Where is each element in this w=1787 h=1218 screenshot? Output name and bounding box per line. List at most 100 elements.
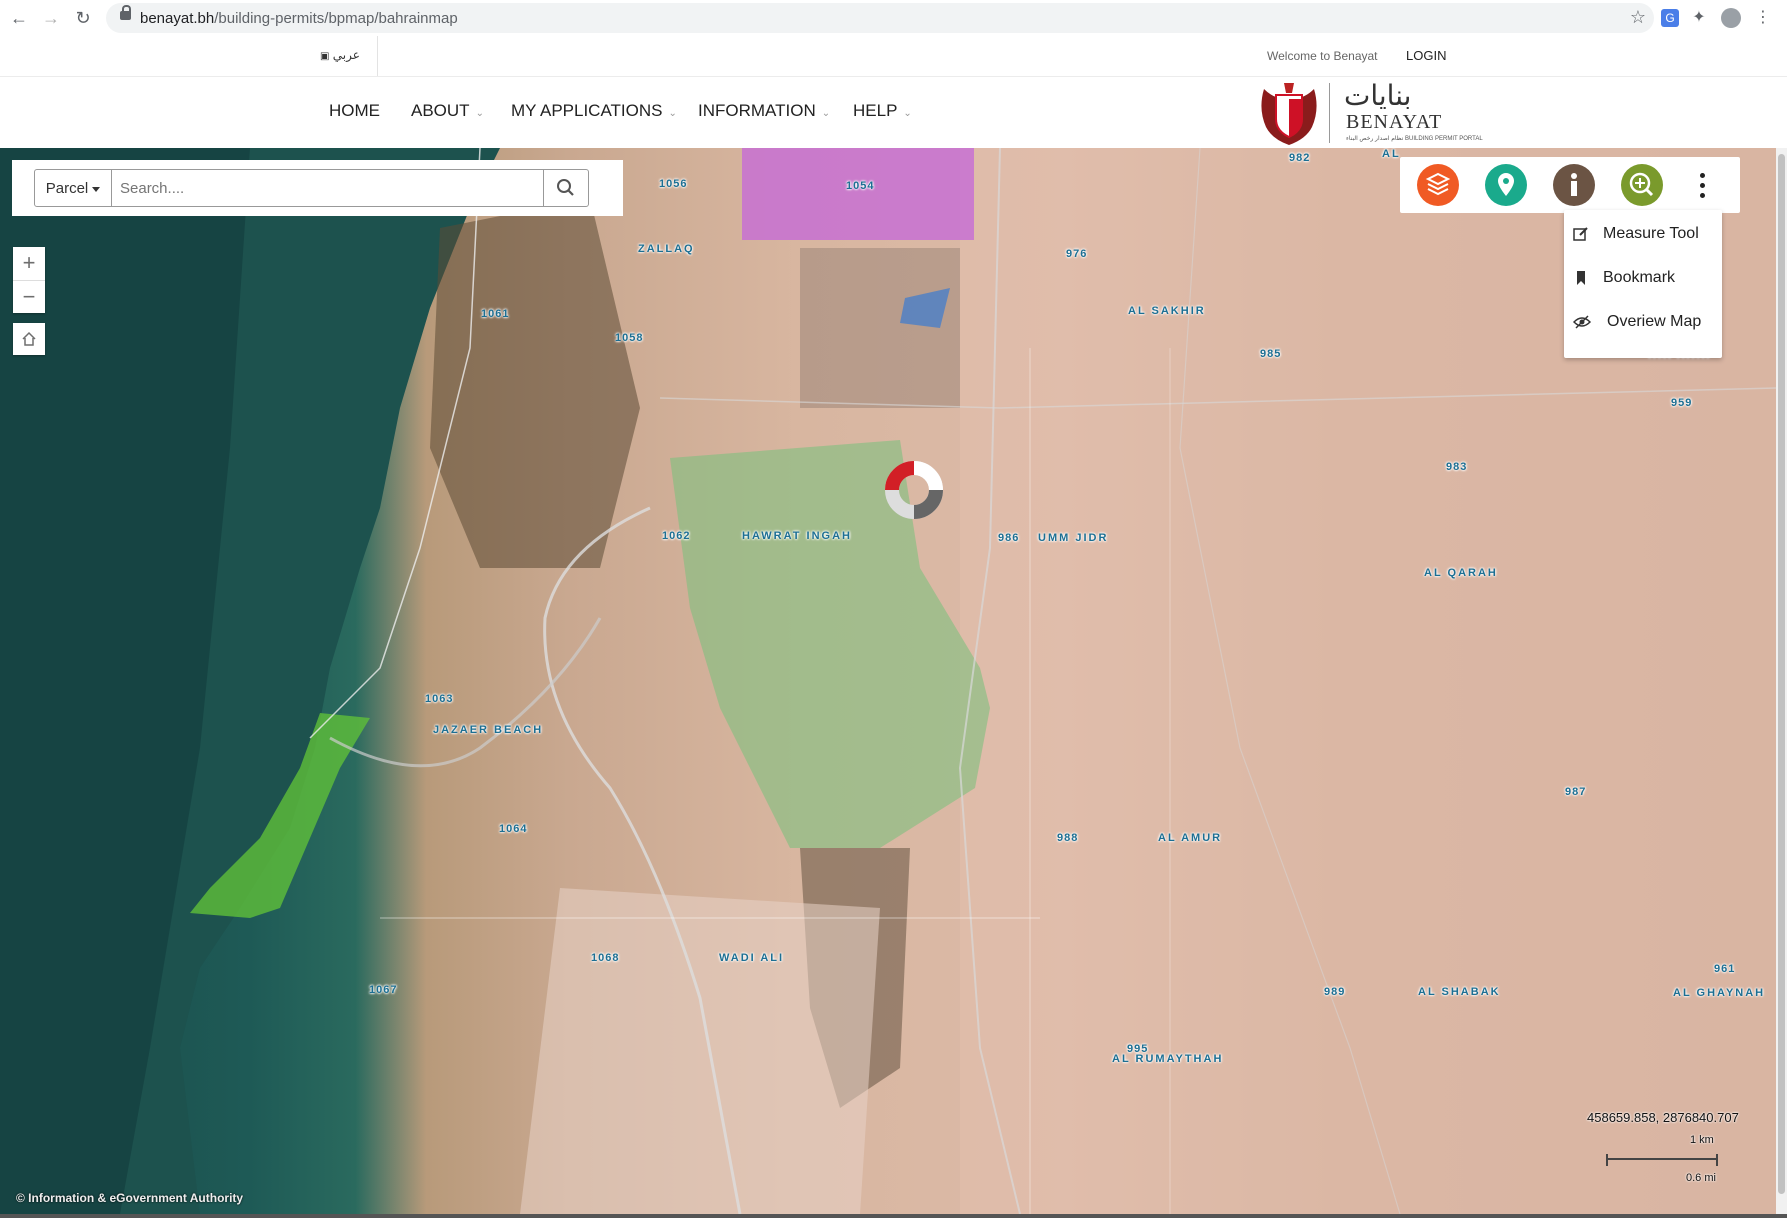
url-text: benayat.bh/building-permits/bpmap/bahrai… [140, 10, 458, 27]
coordinate-readout: 458659.858, 2876840.707 [1587, 1110, 1739, 1125]
nav-my-applications[interactable]: MY APPLICATIONS ⌄ [511, 101, 677, 121]
map-label-block: 983 [1446, 461, 1468, 473]
more-options-button[interactable] [1688, 165, 1716, 205]
map-view[interactable]: ZALLAQ AL SAKHIR HAFIRAH HAWRAT INGAH UM… [0, 148, 1776, 1214]
map-label-block: 1068 [591, 952, 620, 964]
chevron-down-icon: ⌄ [475, 108, 484, 119]
map-attribution: © Information & eGovernment Authority [16, 1191, 244, 1205]
map-label-block: 1062 [662, 530, 691, 542]
map-label-place: ZALLAQ [638, 243, 695, 255]
language-switch[interactable]: ▣ عربي [320, 48, 360, 62]
map-imagery [0, 148, 1776, 1214]
map-label-block: 961 [1714, 963, 1736, 975]
main-navigation: HOME ABOUT ⌄ MY APPLICATIONS ⌄ INFORMATION… [0, 77, 1787, 148]
map-label-block: 986 [998, 532, 1020, 544]
search-icon [557, 179, 574, 196]
map-tools-menu: Measure Tool Bookmark Overiew Map [1564, 210, 1722, 358]
extensions-puzzle-icon[interactable]: ✦ [1688, 7, 1710, 29]
zoom-in-button[interactable]: + [13, 247, 45, 280]
zoom-out-button[interactable]: − [13, 280, 45, 314]
nav-about[interactable]: ABOUT ⌄ [411, 101, 484, 121]
address-bar[interactable]: benayat.bh/building-permits/bpmap/bahrai… [106, 3, 1654, 33]
lock-icon [120, 5, 131, 20]
browser-toolbar: ← → ↻ benayat.bh/building-permits/bpmap/… [0, 0, 1787, 37]
chevron-down-icon: ⌄ [903, 108, 912, 119]
map-label-block: 1063 [425, 693, 454, 705]
menu-item-overview-map[interactable]: Overiew Map [1564, 302, 1722, 342]
welcome-text: Welcome to Benayat [1267, 49, 1378, 63]
back-arrow-icon[interactable]: ← [8, 7, 30, 29]
map-toolbar [1400, 157, 1740, 213]
map-label-block: 1054 [846, 180, 875, 192]
map-label-block: 988 [1057, 832, 1079, 844]
forward-arrow-icon[interactable]: → [40, 7, 62, 29]
map-label-block: 995 [1127, 1043, 1149, 1055]
nav-help[interactable]: HELP ⌄ [853, 101, 912, 121]
map-label-place: UMM JIDR [1038, 532, 1109, 544]
map-label-block: 1067 [369, 984, 398, 996]
bookmark-icon [1577, 271, 1585, 285]
map-label-block: 982 [1289, 152, 1311, 164]
map-label-place: AL SAKHIR [1128, 305, 1206, 317]
info-button[interactable] [1552, 163, 1596, 207]
map-label-place: AL AMUR [1158, 832, 1223, 844]
home-icon [22, 331, 36, 346]
scale-bar-line [1606, 1154, 1718, 1166]
eye-slash-icon [1573, 315, 1591, 329]
home-extent-button[interactable] [13, 323, 45, 355]
menu-item-measure-tool[interactable]: Measure Tool [1564, 214, 1722, 254]
logo-divider [1329, 83, 1330, 143]
loading-spinner-icon [885, 461, 943, 519]
divider [377, 36, 378, 76]
bahrain-emblem-icon [1261, 83, 1317, 145]
zoom-in-magnifier-icon [1621, 164, 1663, 206]
browser-menu-icon[interactable]: ⋮ [1752, 7, 1774, 29]
search-input[interactable] [112, 169, 543, 207]
search-button[interactable] [543, 169, 589, 207]
map-label-place: AL SHABAK [1418, 986, 1501, 998]
map-label-block: 1056 [659, 178, 688, 190]
nav-home[interactable]: HOME [329, 101, 380, 121]
location-button[interactable] [1484, 163, 1528, 207]
zoom-controls: + − [13, 247, 45, 313]
profile-avatar-icon[interactable] [1721, 8, 1741, 28]
map-label-block: 985 [1260, 348, 1282, 360]
translate-icon[interactable]: G [1661, 9, 1679, 27]
edit-icon [1573, 227, 1588, 241]
nav-information[interactable]: INFORMATION ⌄ [698, 101, 830, 121]
parcel-search-widget: Parcel [12, 160, 623, 216]
map-label-block: 1058 [615, 332, 644, 344]
map-label-block: 1064 [499, 823, 528, 835]
login-link[interactable]: LOGIN [1406, 48, 1446, 63]
map-label-place: JAZAER BEACH [433, 724, 544, 736]
logo-subtitle: نظام اصدار رخص البناء BUILDING PERMIT PO… [1346, 136, 1483, 142]
zoom-search-button[interactable] [1620, 163, 1664, 207]
benayat-logo[interactable]: بنايات BENAYAT نظام اصدار رخص البناء BUI… [1258, 79, 1483, 147]
map-label-place: WADI ALI [719, 952, 785, 964]
page-scrollbar[interactable] [1776, 148, 1787, 1214]
chevron-down-icon: ⌄ [668, 108, 677, 119]
bottom-edge [0, 1214, 1787, 1218]
bookmark-star-icon[interactable]: ☆ [1630, 7, 1646, 28]
map-label-place: AL QARAH [1424, 567, 1498, 579]
reload-icon[interactable]: ↻ [72, 7, 94, 29]
chevron-down-icon: ⌄ [821, 108, 831, 119]
layers-button[interactable] [1416, 163, 1460, 207]
search-type-dropdown[interactable]: Parcel [34, 169, 112, 207]
caret-down-icon [92, 186, 101, 192]
map-label-block: 959 [1671, 397, 1693, 409]
map-label-block: 976 [1066, 248, 1088, 260]
map-label-block: 989 [1324, 986, 1346, 998]
map-label-block: 987 [1565, 786, 1587, 798]
more-vertical-icon [1700, 173, 1705, 178]
logo-arabic: بنايات [1344, 79, 1412, 112]
menu-item-bookmark[interactable]: Bookmark [1564, 258, 1722, 298]
map-label-place: HAWRAT INGAH [742, 530, 852, 542]
map-label-place: AL GHAYNAH [1673, 987, 1766, 999]
top-utility-bar: ▣ عربي Welcome to Benayat LOGIN [0, 36, 1787, 77]
language-flag-icon: ▣ [320, 51, 330, 62]
logo-english: BENAYAT [1346, 111, 1443, 133]
scrollbar-thumb[interactable] [1778, 154, 1785, 1194]
map-label-place: AL [1382, 148, 1401, 160]
map-label-block: 1061 [481, 308, 510, 320]
